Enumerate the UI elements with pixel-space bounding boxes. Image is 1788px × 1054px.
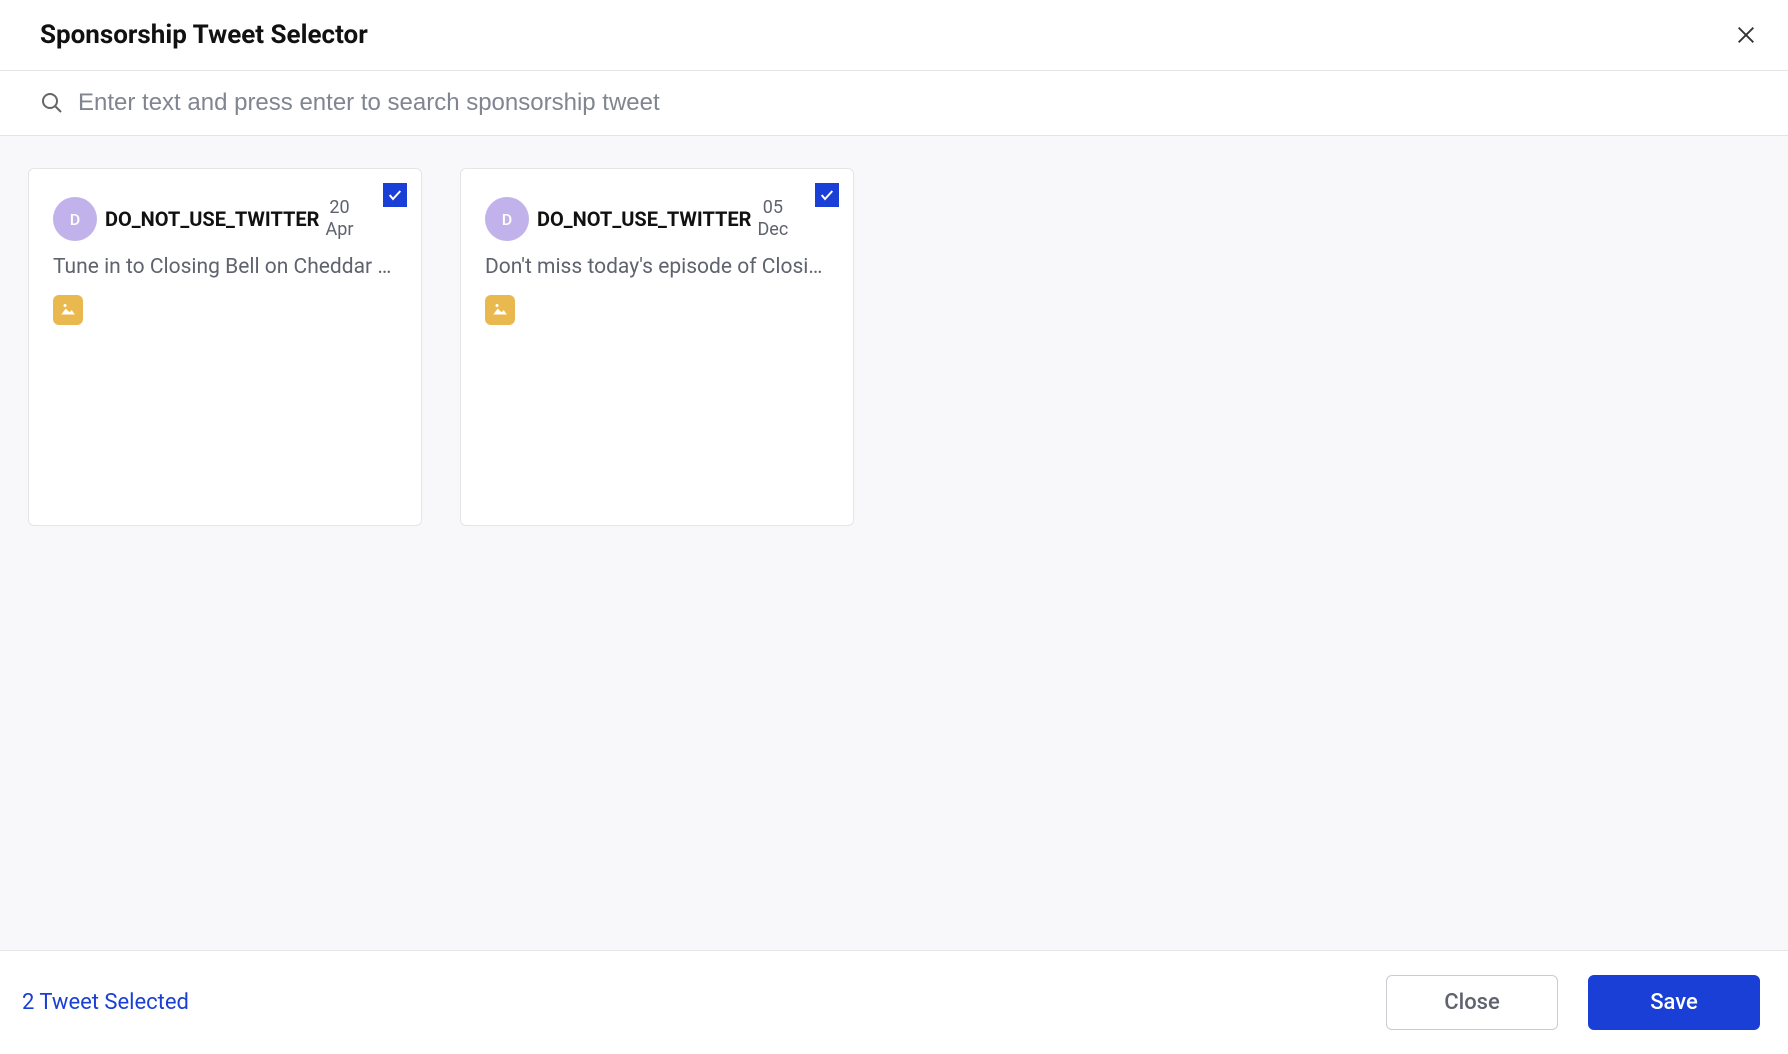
modal-footer: 2 Tweet Selected Close Save xyxy=(0,950,1788,1054)
footer-buttons: Close Save xyxy=(1386,975,1760,1030)
search-icon xyxy=(40,91,64,115)
image-icon xyxy=(53,295,83,325)
close-button[interactable]: Close xyxy=(1386,975,1558,1030)
tweet-date-month: Dec xyxy=(757,219,788,241)
modal-title: Sponsorship Tweet Selector xyxy=(40,20,368,50)
search-input[interactable] xyxy=(78,89,1748,117)
tweet-body: Don't miss today's episode of Closing Be… xyxy=(485,255,829,279)
tweet-date: 05 Dec xyxy=(757,197,788,240)
tweet-date-day: 20 xyxy=(329,197,349,219)
tweet-body: Tune in to Closing Bell on Cheddar for t… xyxy=(53,255,397,279)
tweet-header: D DO_NOT_USE_TWITTER 20 Apr xyxy=(53,197,397,241)
tweet-grid: D DO_NOT_USE_TWITTER 20 Apr Tune in to C… xyxy=(0,136,1788,950)
tweet-username: DO_NOT_USE_TWITTER xyxy=(105,207,319,231)
tweet-date-day: 05 xyxy=(763,197,783,219)
tweet-date: 20 Apr xyxy=(325,197,353,240)
modal-header: Sponsorship Tweet Selector xyxy=(0,0,1788,71)
avatar: D xyxy=(485,197,529,241)
image-icon xyxy=(485,295,515,325)
tweet-username: DO_NOT_USE_TWITTER xyxy=(537,207,751,231)
close-icon[interactable] xyxy=(1732,21,1760,49)
tweet-card[interactable]: D DO_NOT_USE_TWITTER 05 Dec Don't miss t… xyxy=(460,168,854,526)
avatar: D xyxy=(53,197,97,241)
search-bar xyxy=(0,71,1788,136)
selected-count: 2 Tweet Selected xyxy=(22,990,189,1015)
tweet-header: D DO_NOT_USE_TWITTER 05 Dec xyxy=(485,197,829,241)
save-button[interactable]: Save xyxy=(1588,975,1760,1030)
tweet-date-month: Apr xyxy=(325,219,353,241)
tweet-checkbox[interactable] xyxy=(815,183,839,207)
tweet-checkbox[interactable] xyxy=(383,183,407,207)
tweet-card[interactable]: D DO_NOT_USE_TWITTER 20 Apr Tune in to C… xyxy=(28,168,422,526)
